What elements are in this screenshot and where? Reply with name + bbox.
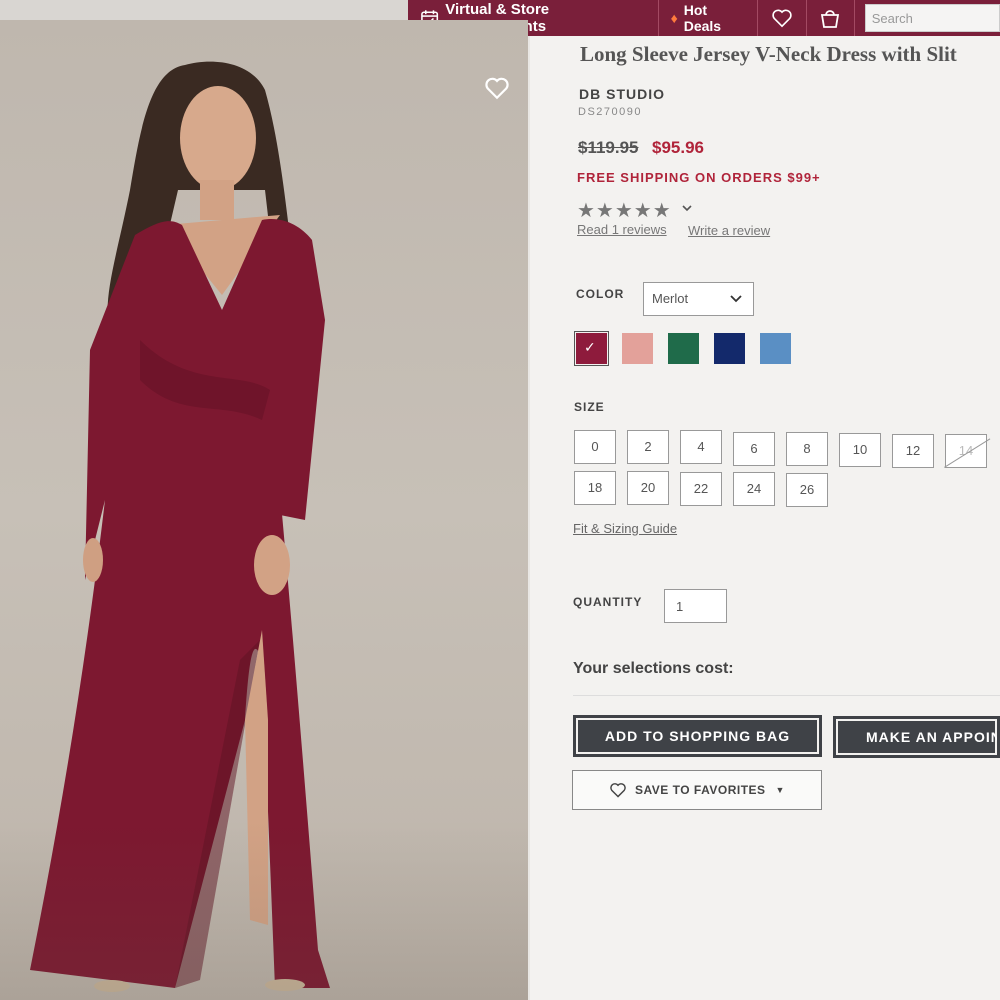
size-option[interactable]: 24 bbox=[733, 472, 775, 506]
size-option[interactable]: 12 bbox=[892, 434, 934, 468]
shopping-bag-icon bbox=[821, 10, 840, 28]
rating-chevron-down-icon[interactable] bbox=[681, 203, 693, 213]
shipping-promo: FREE SHIPPING ON ORDERS $99+ bbox=[577, 170, 821, 185]
selections-cost-label: Your selections cost: bbox=[573, 660, 734, 677]
color-swatch-blue[interactable] bbox=[760, 333, 791, 364]
color-swatch-green[interactable] bbox=[668, 333, 699, 364]
product-sku: DS270090 bbox=[578, 106, 642, 118]
color-swatch-merlot[interactable]: ✓ bbox=[574, 331, 609, 366]
photo-floor-shadow bbox=[0, 820, 528, 1000]
color-select-value: Merlot bbox=[652, 291, 689, 306]
size-option[interactable]: 6 bbox=[733, 432, 775, 466]
heart-icon bbox=[772, 9, 792, 28]
hot-deals-label: Hot Deals bbox=[683, 2, 722, 34]
heart-icon bbox=[610, 783, 626, 798]
product-title: Long Sleeve Jersey V-Neck Dress with Sli… bbox=[580, 42, 957, 66]
write-review-link[interactable]: Write a review bbox=[688, 223, 770, 238]
color-swatch-blush[interactable] bbox=[622, 333, 653, 364]
color-select[interactable]: Merlot bbox=[643, 282, 754, 316]
flame-icon: ♦ bbox=[670, 10, 678, 26]
sale-price: $95.96 bbox=[652, 138, 704, 157]
size-option[interactable]: 2 bbox=[627, 430, 669, 464]
chevron-down-icon bbox=[730, 295, 742, 303]
divider bbox=[573, 695, 1000, 696]
quantity-label: QUANTITY bbox=[573, 595, 643, 609]
favorites-nav-button[interactable] bbox=[758, 0, 807, 36]
read-reviews-link[interactable]: Read 1 reviews bbox=[577, 222, 667, 237]
make-appointment-button[interactable]: MAKE AN APPOINTMENT bbox=[833, 716, 1000, 758]
check-icon: ✓ bbox=[584, 339, 596, 355]
size-option[interactable]: 4 bbox=[680, 430, 722, 464]
browser-top-strip bbox=[0, 0, 408, 20]
size-label: SIZE bbox=[574, 400, 605, 414]
size-option[interactable]: 22 bbox=[680, 472, 722, 506]
color-label: COLOR bbox=[576, 287, 625, 301]
size-option-unavailable[interactable]: 14 bbox=[945, 434, 987, 468]
add-to-bag-button[interactable]: ADD TO SHOPPING BAG bbox=[573, 715, 822, 757]
fit-sizing-guide-link[interactable]: Fit & Sizing Guide bbox=[573, 521, 677, 536]
size-option[interactable]: 0 bbox=[574, 430, 616, 464]
size-option[interactable]: 10 bbox=[839, 433, 881, 467]
original-price: $119.95 bbox=[578, 138, 639, 157]
size-option[interactable]: 8 bbox=[786, 432, 828, 466]
quantity-input[interactable]: 1 bbox=[664, 589, 727, 623]
caret-down-icon: ▼ bbox=[775, 785, 785, 795]
search-input[interactable]: Search bbox=[864, 4, 1000, 32]
image-favorite-heart-icon[interactable] bbox=[484, 76, 510, 100]
color-swatch-navy[interactable] bbox=[714, 333, 745, 364]
hot-deals-link[interactable]: ♦ Hot Deals bbox=[659, 0, 759, 36]
product-brand: DB STUDIO bbox=[579, 86, 665, 102]
shopping-bag-nav-button[interactable] bbox=[807, 0, 855, 36]
save-to-favorites-label: SAVE TO FAVORITES bbox=[635, 783, 766, 797]
size-option[interactable]: 26 bbox=[786, 473, 828, 507]
size-option[interactable]: 20 bbox=[627, 471, 669, 505]
product-image bbox=[0, 20, 528, 1000]
save-to-favorites-button[interactable]: SAVE TO FAVORITES ▼ bbox=[572, 770, 822, 810]
size-option[interactable]: 18 bbox=[574, 471, 616, 505]
star-rating[interactable]: ★★★★★ bbox=[577, 198, 672, 223]
